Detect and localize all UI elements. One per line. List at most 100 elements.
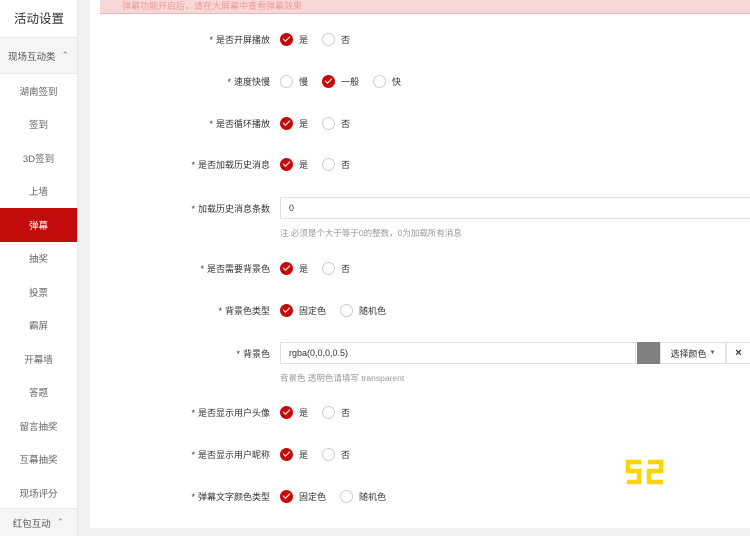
radio-unchecked-icon[interactable] [322, 157, 336, 171]
caret-down-icon: ▼ [709, 350, 716, 356]
form-row-enable-playback: * 是否开屏播放 是否 [90, 28, 750, 50]
radio-group: 慢 一般 快 [280, 74, 415, 88]
radio-group: 是否 [280, 116, 364, 130]
radio-option-label: 固定色 [299, 305, 327, 316]
sidebar-group-label: 现场互动类 [7, 51, 56, 63]
radio-option[interactable]: 固定色 [280, 489, 326, 503]
radio-unchecked-icon[interactable] [322, 261, 336, 275]
alert-text: 弹幕功能开启后，请在大屏幕中查看弹幕效果 [122, 1, 303, 11]
field-label: * 是否循环播放 [209, 118, 270, 129]
radio-option[interactable]: 否 [322, 157, 351, 171]
sidebar-item[interactable]: 签到 [0, 108, 77, 142]
radio-option-label: 是 [299, 449, 309, 460]
radio-option-label: 是 [299, 118, 309, 129]
radio-option-label: 否 [341, 263, 351, 274]
radio-unchecked-icon[interactable] [322, 405, 336, 419]
radio-option[interactable]: 是 [280, 405, 309, 419]
sidebar-title: 活动设置 [0, 0, 77, 38]
sidebar-item[interactable]: 3D签到 [0, 141, 77, 175]
sidebar-item[interactable]: 湖南签到 [0, 74, 77, 108]
sidebar-group-red-packet[interactable]: 红包互动 ⌃ [0, 508, 77, 536]
radio-option-label: 是 [299, 407, 309, 418]
radio-option-label: 一般 [341, 76, 360, 87]
radio-checked-icon[interactable] [322, 74, 336, 88]
radio-checked-icon[interactable] [280, 116, 293, 130]
radio-option[interactable]: 是 [280, 447, 309, 461]
form-row-text-color-type: * 弹幕文字颜色类型 固定色 随机色 [90, 485, 750, 507]
radio-group: 是否 [280, 32, 364, 46]
sidebar-item[interactable]: 现场评分 [0, 476, 77, 510]
radio-option-label: 否 [341, 159, 351, 170]
sidebar-item[interactable]: 答题 [0, 376, 77, 410]
radio-checked-icon[interactable] [280, 447, 293, 461]
clear-color-button[interactable]: × [726, 342, 750, 364]
radio-option[interactable]: 随机色 [340, 303, 386, 317]
radio-unchecked-icon[interactable] [340, 303, 354, 317]
sidebar-item[interactable]: 上墙 [0, 175, 77, 209]
history-count-input[interactable]: 0 [280, 197, 750, 219]
sidebar-item[interactable]: 霸屏 [0, 309, 77, 343]
color-swatch[interactable] [637, 342, 660, 364]
radio-checked-icon[interactable] [280, 489, 293, 503]
radio-option[interactable]: 是 [280, 32, 309, 46]
radio-checked-icon[interactable] [280, 261, 293, 275]
radio-group: 是否 [280, 157, 364, 171]
radio-checked-icon[interactable] [280, 405, 293, 419]
pick-color-label: 选择颜色 [670, 348, 707, 359]
sidebar-item[interactable]: 开幕墙 [0, 342, 77, 376]
radio-unchecked-icon[interactable] [322, 32, 336, 46]
radio-option[interactable]: 是 [280, 261, 308, 275]
radio-checked-icon[interactable] [280, 32, 293, 46]
radio-option[interactable]: 否 [322, 405, 351, 419]
bg-color-input[interactable]: rgba(0,0,0,0.5) [280, 342, 636, 364]
sidebar-item[interactable]: 互幕抽奖 [0, 443, 77, 477]
radio-unchecked-icon[interactable] [322, 116, 336, 130]
field-label: * 是否需要背景色 [200, 263, 270, 274]
history-count-hint: 注:必须是个大于等于0的整数，0为加载所有消息 [280, 228, 462, 238]
form-row-loop-playback: * 是否循环播放 是否 [90, 112, 750, 134]
form-row-bg-type: * 背景色类型 固定色 随机色 [90, 299, 750, 321]
radio-option[interactable]: 固定色 [280, 303, 327, 317]
radio-checked-icon[interactable] [280, 157, 293, 171]
sidebar-group-live-interaction[interactable]: 现场互动类 ⌃ [0, 38, 77, 74]
field-label: * 加载历史消息条数 [191, 203, 270, 214]
radio-option[interactable]: 否 [322, 32, 351, 46]
radio-option[interactable]: 否 [322, 261, 351, 275]
radio-option-label: 否 [341, 118, 351, 129]
sidebar-group-label: 红包互动 [12, 518, 51, 530]
radio-option-label: 是 [299, 34, 309, 45]
chevron-down-icon: ⌃ [61, 50, 70, 60]
radio-option[interactable]: 随机色 [340, 489, 387, 503]
radio-option-label: 否 [341, 34, 351, 45]
radio-unchecked-icon[interactable] [280, 74, 293, 88]
radio-group: 固定色 随机色 [280, 303, 400, 317]
radio-unchecked-icon[interactable] [373, 74, 387, 88]
radio-option[interactable]: 慢 [280, 74, 308, 88]
radio-unchecked-icon[interactable] [340, 489, 354, 503]
radio-option[interactable]: 是 [280, 157, 308, 171]
radio-option[interactable]: 快 [373, 74, 402, 88]
sidebar-item[interactable]: 抽奖 [0, 242, 77, 276]
radio-option-label: 随机色 [359, 491, 387, 502]
field-label: * 背景色 [236, 348, 270, 359]
field-label: * 速度快慢 [227, 76, 270, 87]
sidebar-item[interactable]: 留言抽奖 [0, 409, 77, 443]
radio-unchecked-icon[interactable] [322, 447, 336, 461]
sidebar-item[interactable]: 投票 [0, 275, 77, 309]
watermark-logo [625, 459, 664, 485]
pick-color-button[interactable]: 选择颜色 ▼ [660, 342, 726, 364]
form-row-show-avatar: * 是否显示用户头像 是否 [90, 401, 750, 423]
radio-option[interactable]: 否 [322, 116, 351, 130]
chevron-up-icon: ⌃ [56, 517, 65, 527]
radio-checked-icon[interactable] [280, 303, 293, 317]
sidebar-item[interactable]: 弹幕 [0, 208, 77, 242]
radio-group: 是否 [280, 405, 364, 419]
radio-option-label: 否 [341, 407, 351, 418]
radio-option-label: 否 [341, 449, 351, 460]
radio-option[interactable]: 否 [322, 447, 351, 461]
field-label: * 是否加载历史消息 [191, 159, 270, 170]
radio-option[interactable]: 是 [280, 116, 309, 130]
field-label: * 弹幕文字颜色类型 [191, 491, 270, 502]
radio-option-label: 快 [392, 76, 402, 87]
radio-option[interactable]: 一般 [322, 74, 360, 88]
